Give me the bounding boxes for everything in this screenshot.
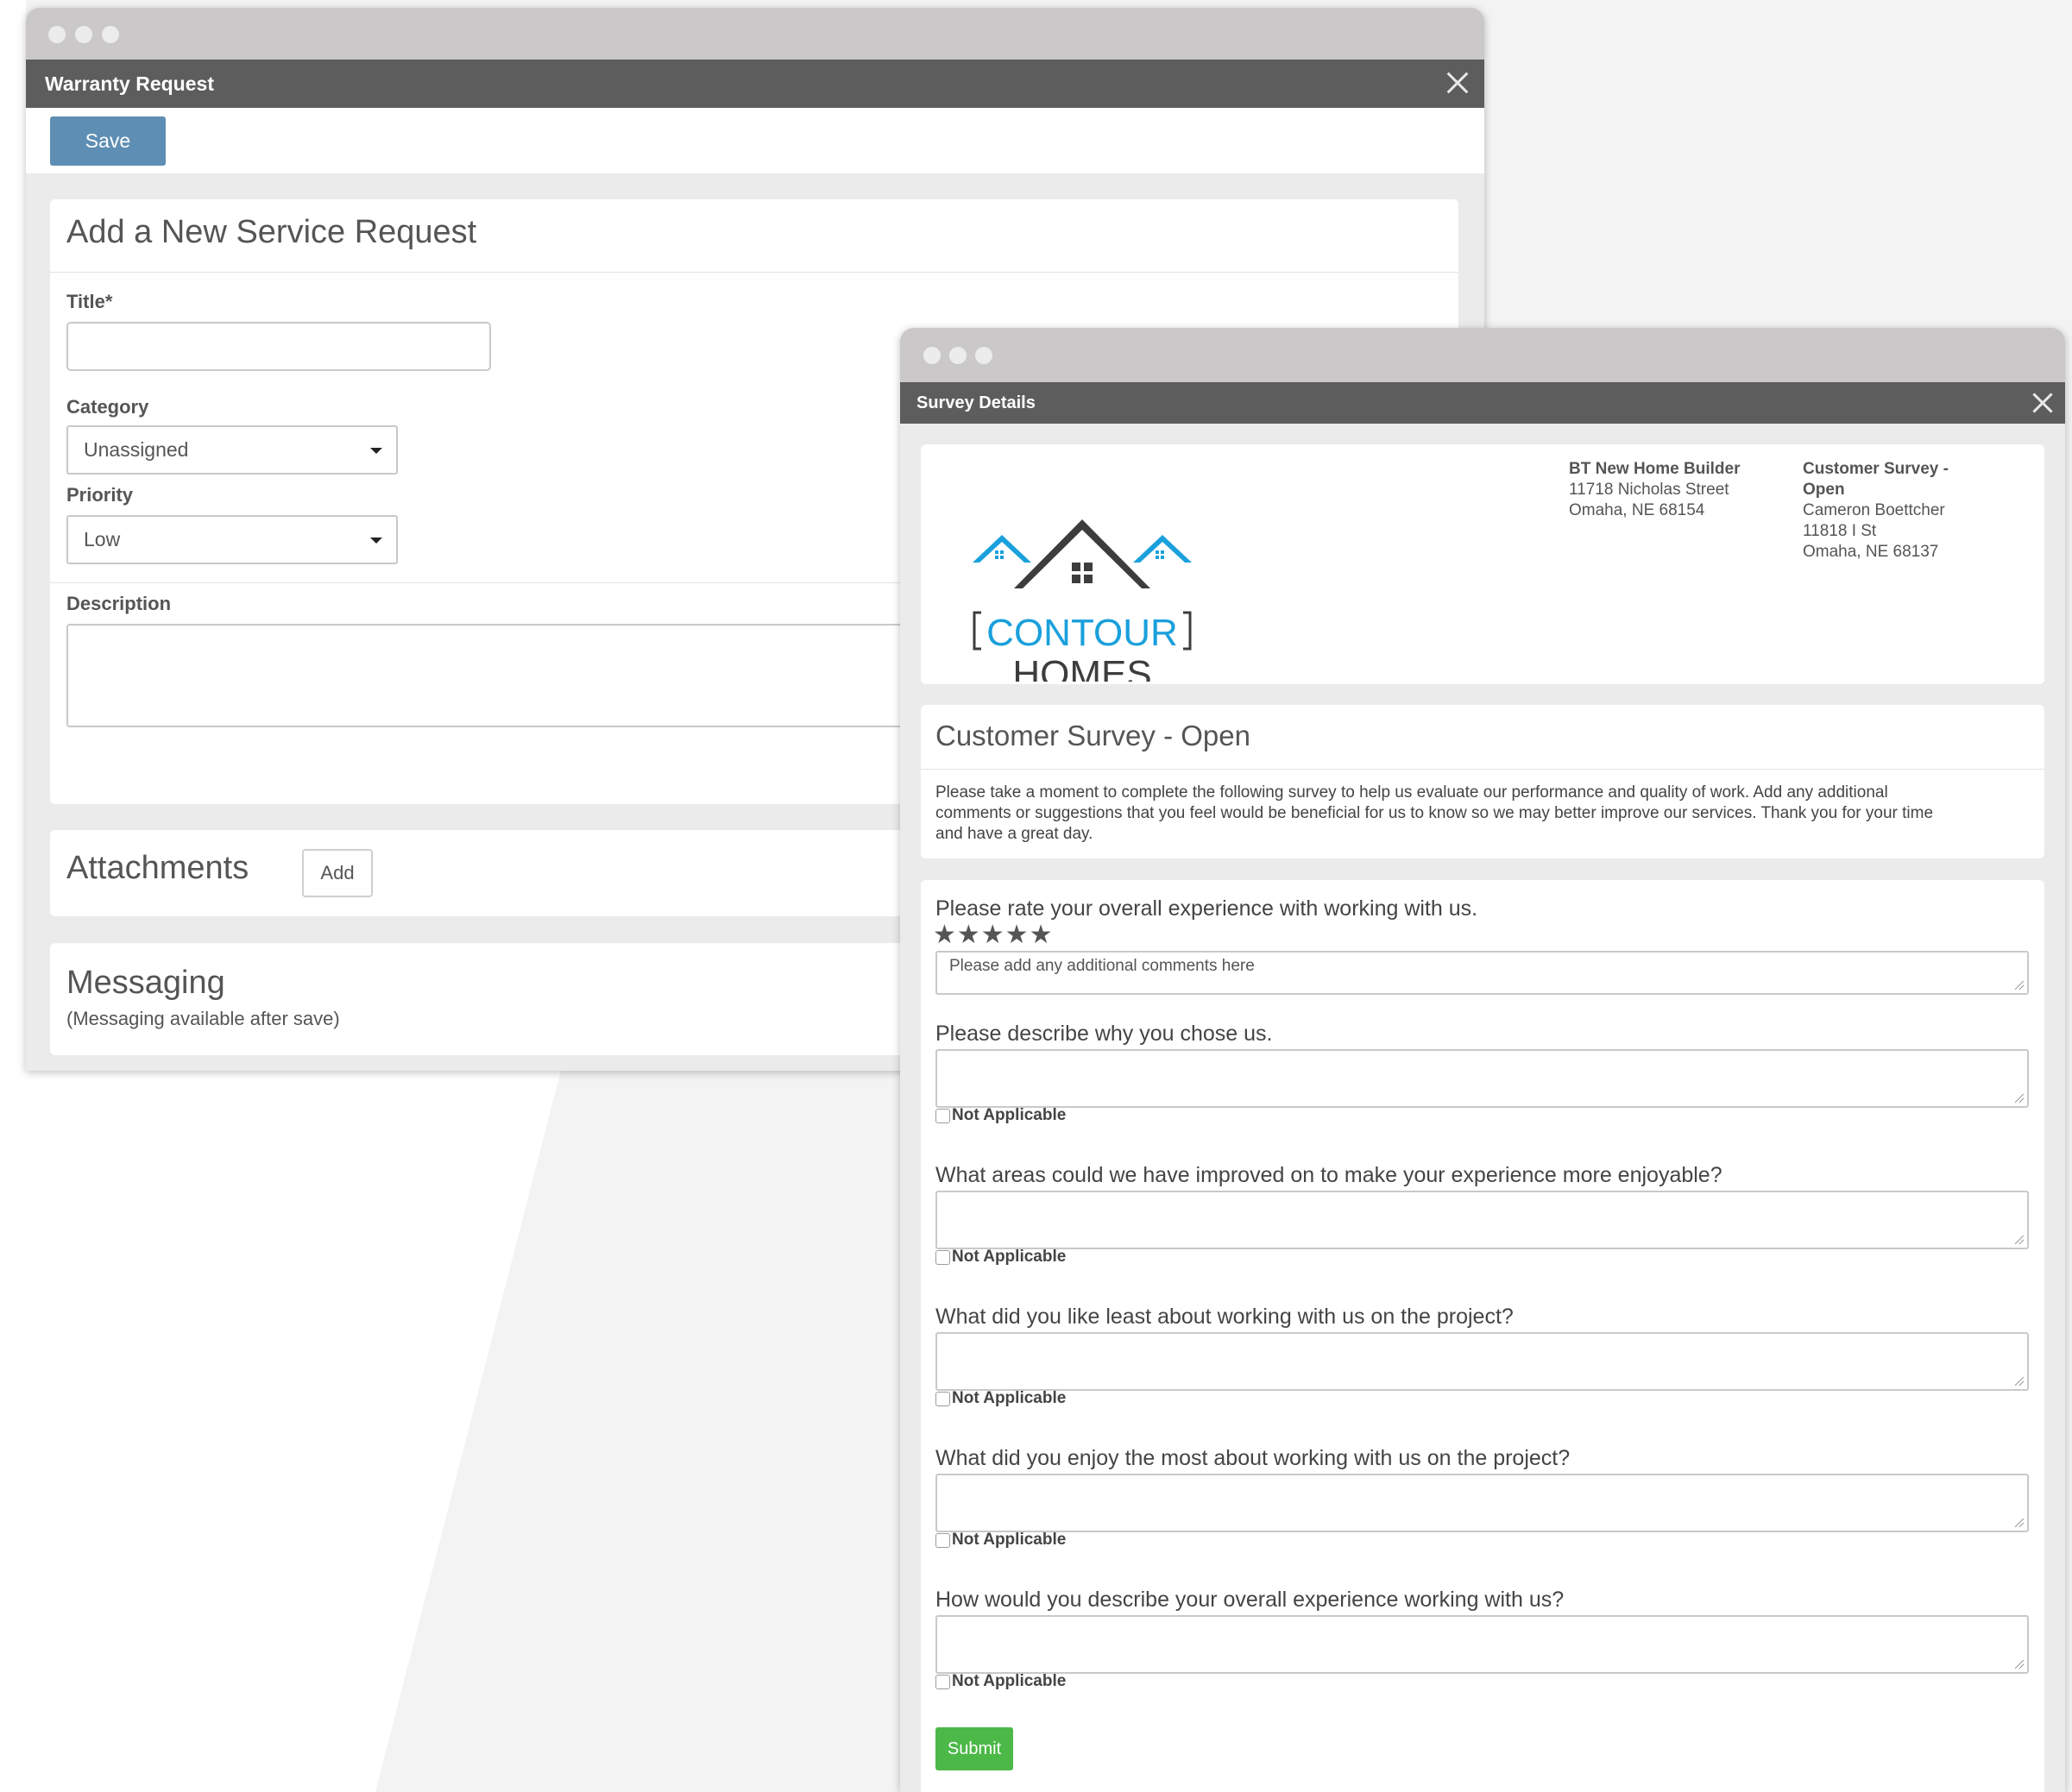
toolbar: Save [26,108,1484,173]
title-input[interactable] [66,322,491,371]
survey-details-window: Survey Details CONTOUR HOMES BT New Home… [900,328,2065,1792]
question-4: What did you enjoy the most about workin… [935,1446,1571,1470]
window-title: Survey Details [916,393,1036,412]
contour-homes-logo: CONTOUR HOMES [973,519,1192,682]
survey-intro: Please take a moment to complete the fol… [935,783,2040,845]
not-applicable-4[interactable]: Not Applicable [935,1531,1066,1550]
resize-grip-icon[interactable] [2015,1660,2024,1669]
checkbox[interactable] [935,1249,950,1265]
messaging-note: (Messaging available after save) [66,1008,340,1029]
customer-heading-2: Open [1803,481,1845,499]
not-applicable-label: Not Applicable [952,1248,1067,1266]
priority-label: Priority [66,484,134,506]
category-value: Unassigned [84,438,189,461]
builder-city: Omaha, NE 68154 [1569,501,1705,519]
chevron-down-icon [370,538,382,544]
not-applicable-label: Not Applicable [952,1672,1067,1690]
resize-grip-icon[interactable] [2015,1094,2024,1103]
window-dot [923,347,941,364]
survey-questions-card: Please rate your overall experience with… [921,880,2044,1792]
question-5: How would you describe your overall expe… [935,1588,1565,1612]
checkbox[interactable] [935,1108,950,1123]
not-applicable-label: Not Applicable [952,1531,1067,1549]
not-applicable-2[interactable]: Not Applicable [935,1248,1066,1267]
attachments-title: Attachments [66,850,249,886]
warranty-titlebar: Warranty Request [26,60,1484,108]
question-2: What areas could we have improved on to … [935,1163,1722,1187]
close-icon[interactable] [1441,66,1474,99]
window-chrome [900,328,2065,382]
not-applicable-label: Not Applicable [952,1389,1067,1407]
window-dot [975,347,992,364]
chevron-down-icon [370,448,382,454]
survey-header-card: CONTOUR HOMES BT New Home Builder 11718 … [921,444,2044,684]
divider [50,272,1458,273]
priority-value: Low [84,528,121,550]
question-3: What did you like least about working wi… [935,1305,1514,1329]
close-icon[interactable] [2027,387,2058,418]
survey-titlebar: Survey Details [900,382,2065,424]
checkbox[interactable] [935,1674,950,1689]
description-label: Description [66,593,172,614]
section-title: Add a New Service Request [66,214,477,250]
star-rating[interactable]: ★★★★★ [933,920,1053,950]
survey-intro-card: Customer Survey - Open Please take a mom… [921,705,2044,858]
rating-question: Please rate your overall experience with… [935,896,1478,921]
builder-name: BT New Home Builder [1569,460,1741,478]
intro-line: and have a great day. [935,825,1093,843]
answer-2-textarea[interactable] [935,1191,2029,1249]
builder-address: BT New Home Builder 11718 Nicholas Stree… [1569,459,1740,521]
title-label: Title* [66,291,113,312]
answer-4-textarea[interactable] [935,1474,2029,1532]
window-dot [102,26,119,43]
resize-grip-icon[interactable] [2015,1518,2024,1527]
category-select[interactable]: Unassigned [66,425,398,475]
rating-comments-textarea[interactable]: Please add any additional comments here [935,951,2029,995]
logo-text-homes: HOMES [1012,653,1151,682]
save-button[interactable]: Save [50,116,166,166]
checkbox[interactable] [935,1391,950,1406]
rating-comments-placeholder: Please add any additional comments here [949,957,1255,975]
not-applicable-3[interactable]: Not Applicable [935,1389,1066,1408]
answer-5-textarea[interactable] [935,1615,2029,1674]
window-dot [949,347,967,364]
answer-3-textarea[interactable] [935,1332,2029,1391]
logo-roof-center [1014,519,1150,588]
answer-1-textarea[interactable] [935,1049,2029,1108]
not-applicable-label: Not Applicable [952,1106,1067,1124]
resize-grip-icon[interactable] [2015,1236,2024,1244]
builder-street: 11718 Nicholas Street [1569,481,1729,499]
customer-address: Customer Survey - Open Cameron Boettcher… [1803,459,1949,563]
customer-street: 11818 I St [1803,522,1877,540]
not-applicable-5[interactable]: Not Applicable [935,1672,1066,1691]
intro-line: comments or suggestions that you feel wo… [935,804,1934,822]
logo-text-contour: CONTOUR [986,612,1178,654]
add-attachment-button[interactable]: Add [302,849,373,897]
survey-title: Customer Survey - Open [935,720,1250,751]
window-chrome [26,8,1484,60]
customer-city: Omaha, NE 68137 [1803,543,1939,561]
checkbox[interactable] [935,1532,950,1548]
window-dot [75,26,92,43]
customer-name: Cameron Boettcher [1803,501,1945,519]
category-label: Category [66,396,149,418]
question-1: Please describe why you chose us. [935,1022,1273,1046]
submit-button[interactable]: Submit [935,1727,1013,1770]
window-title: Warranty Request [45,72,214,95]
customer-heading-1: Customer Survey - [1803,460,1949,478]
priority-select[interactable]: Low [66,515,398,564]
intro-line: Please take a moment to complete the fol… [935,783,1888,802]
resize-grip-icon[interactable] [2015,1377,2024,1386]
not-applicable-1[interactable]: Not Applicable [935,1106,1066,1125]
divider [921,769,2044,770]
messaging-title: Messaging [66,965,225,1001]
window-dot [48,26,66,43]
resize-grip-icon[interactable] [2015,981,2024,990]
